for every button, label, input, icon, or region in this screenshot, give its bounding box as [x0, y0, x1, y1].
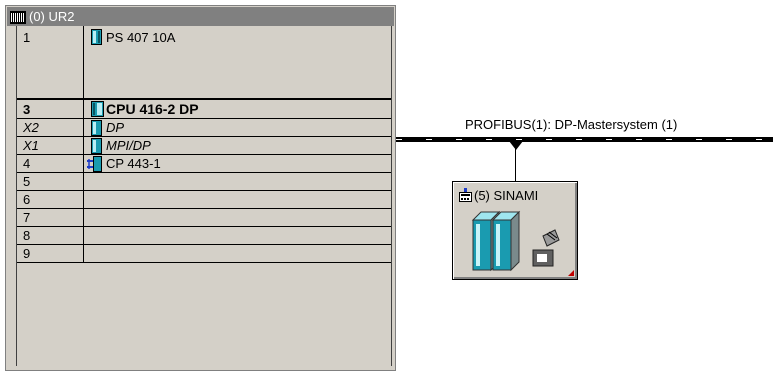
slot-table[interactable]: 1 PS 407 10A 3 CPU 416-2 DP X2 DP X1 MPI… [16, 26, 392, 366]
profibus-line-dashes [396, 139, 773, 140]
rack-icon [10, 10, 26, 24]
module-name: CP 443-1 [106, 156, 161, 171]
bus-connector-arrow [509, 141, 523, 150]
network-module-icon [87, 156, 105, 172]
slot-number: X1 [23, 138, 39, 153]
table-row[interactable]: 9 [17, 245, 391, 263]
rack-title-text: (0) UR2 [29, 9, 75, 24]
slot-number: 1 [23, 30, 31, 45]
module-name: PS 407 10A [106, 30, 176, 45]
table-row[interactable]: X2 DP [17, 119, 391, 137]
table-row[interactable]: 7 [17, 209, 391, 227]
slot-number: 6 [23, 192, 31, 207]
cpu-module-icon [91, 101, 104, 117]
module-icon [91, 120, 102, 136]
dp-slave-icon [459, 188, 472, 202]
table-row[interactable]: 8 [17, 227, 391, 245]
device-title: (5) SINAMI [474, 188, 539, 203]
sinamics-device-node[interactable]: (5) SINAMI [452, 181, 578, 280]
slot-number: 7 [23, 210, 31, 225]
table-row[interactable]: 3 CPU 416-2 DP [17, 99, 391, 119]
slot-number: 9 [23, 246, 31, 261]
table-row[interactable]: 1 PS 407 10A [17, 26, 391, 99]
slot-number: 4 [23, 156, 31, 171]
module-name: DP [106, 120, 125, 135]
module-name: CPU 416-2 DP [106, 101, 199, 117]
profibus-label: PROFIBUS(1): DP-Mastersystem (1) [465, 117, 678, 132]
table-row[interactable]: 4 CP 443-1 [17, 155, 391, 173]
drive-module-icon [471, 210, 560, 272]
slot-number: 8 [23, 228, 31, 243]
slot-number: X2 [23, 120, 39, 135]
slot-number: 3 [23, 102, 31, 117]
profibus-drop-line [515, 142, 516, 182]
table-row[interactable]: 6 [17, 191, 391, 209]
corner-marker-icon [568, 270, 574, 276]
slot-number: 5 [23, 174, 31, 189]
module-name: MPI/DP [106, 138, 151, 153]
rack-window[interactable]: (0) UR2 1 PS 407 10A 3 CPU 416-2 DP X2 D… [5, 5, 396, 371]
table-row[interactable]: X1 MPI/DP [17, 137, 391, 155]
rack-title-bar[interactable]: (0) UR2 [7, 7, 394, 26]
module-icon [91, 29, 102, 45]
table-row[interactable]: 5 [17, 173, 391, 191]
module-icon [91, 138, 102, 154]
